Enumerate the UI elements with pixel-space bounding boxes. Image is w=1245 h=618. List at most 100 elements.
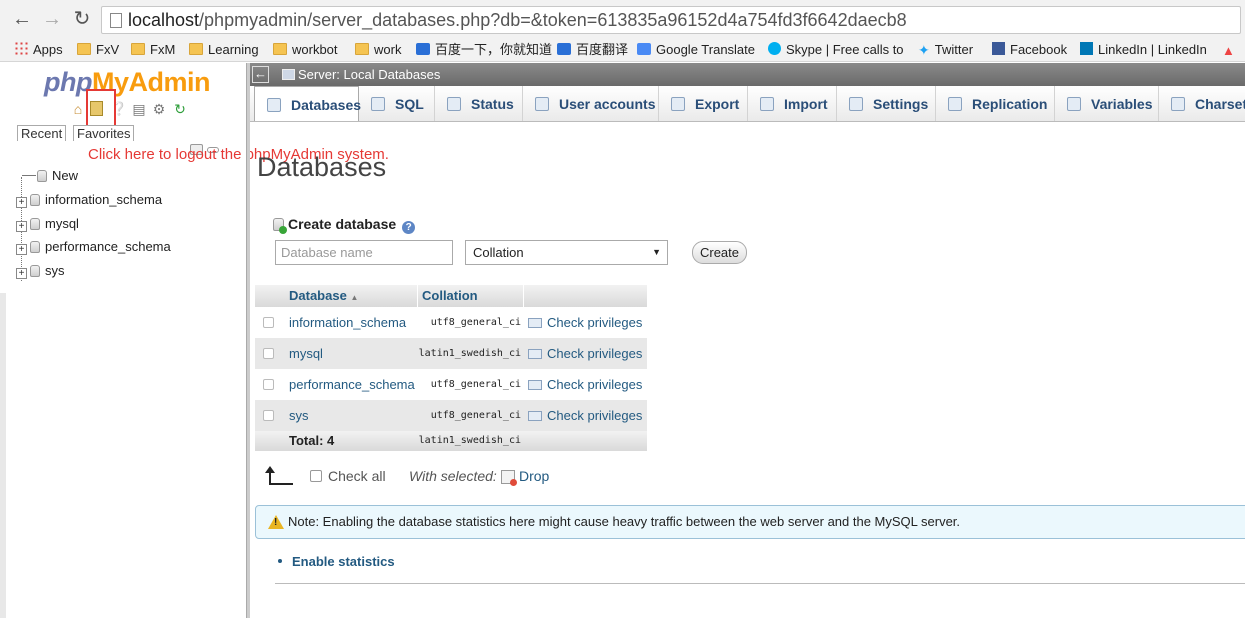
expand-icon[interactable]: +	[16, 268, 27, 279]
phpmyadmin-logo[interactable]: phpMyAdmin	[44, 67, 210, 98]
reload-icon[interactable]: ↻	[72, 9, 92, 29]
drop-database-icon	[501, 470, 517, 486]
sort-ascending-icon: ▲	[350, 293, 359, 302]
bookmark-apps[interactable]: Apps	[14, 41, 63, 59]
bookmark-facebook[interactable]: Facebook	[992, 41, 1067, 59]
settings-gear-icon[interactable]: ⚙	[151, 101, 167, 117]
twitter-icon: ✦	[918, 42, 930, 58]
folder-icon	[189, 43, 203, 55]
bookmark-skype[interactable]: Skype | Free calls to	[768, 41, 904, 59]
create-button[interactable]: Create	[692, 241, 747, 264]
table-row: performance_schema utf8_general_ci Check…	[255, 369, 647, 400]
row-checkbox[interactable]	[263, 410, 274, 421]
default-collation: latin1_swedish_ci	[418, 435, 521, 446]
tab-favorites[interactable]: Favorites	[73, 125, 135, 141]
tab-replication[interactable]: Replication	[936, 86, 1055, 121]
collation-value: utf8_general_ci	[430, 317, 521, 328]
browser-toolbar: ← → ↻ localhost/phpmyadmin/server_databa…	[0, 0, 1245, 38]
check-privileges-link[interactable]: Check privileges	[528, 307, 642, 338]
tab-user-accounts[interactable]: User accounts	[523, 86, 659, 121]
bookmark-baidu[interactable]: 百度一下，你就知道	[416, 41, 552, 59]
collation-column-header[interactable]: Collation	[422, 285, 478, 307]
back-arrow-icon[interactable]: ←	[12, 9, 32, 29]
enable-statistics-link[interactable]: Enable statistics	[278, 553, 395, 571]
reload-navigation-icon[interactable]: ↻	[172, 101, 188, 117]
tab-status[interactable]: Status	[435, 86, 523, 121]
tab-export[interactable]: Export	[659, 86, 748, 121]
collation-select[interactable]: Collation ▼	[465, 240, 668, 265]
tree-item-performance-schema[interactable]: + performance_schema	[16, 238, 171, 256]
expand-icon[interactable]: +	[16, 197, 27, 208]
expand-icon[interactable]: +	[16, 221, 27, 232]
database-link[interactable]: performance_schema	[289, 369, 415, 400]
with-selected-label: With selected:	[409, 468, 497, 484]
tree-item-new[interactable]: New	[22, 167, 78, 185]
address-bar[interactable]: localhost/phpmyadmin/server_databases.ph…	[101, 6, 1241, 34]
breadcrumb[interactable]: Server: Local Databases	[298, 63, 440, 86]
panel-resizer[interactable]	[246, 63, 250, 618]
table-header: Database ▲ Collation	[255, 285, 647, 307]
home-icon[interactable]: ⌂	[70, 101, 86, 117]
database-link[interactable]: mysql	[289, 338, 323, 369]
expand-icon[interactable]: +	[16, 244, 27, 255]
database-column-header[interactable]: Database ▲	[289, 285, 358, 307]
folder-icon	[273, 43, 287, 55]
bookmark-fxv[interactable]: FxV	[77, 41, 119, 59]
check-all-label[interactable]: Check all	[328, 466, 386, 486]
bookmark-baidu-translate[interactable]: 百度翻译	[557, 41, 628, 59]
forward-arrow-icon[interactable]: →	[42, 9, 62, 29]
database-link[interactable]: information_schema	[289, 307, 406, 338]
table-total-row: Total: 4 latin1_swedish_ci	[255, 431, 647, 451]
export-icon	[671, 97, 685, 111]
database-name-input[interactable]	[275, 240, 453, 265]
tab-recent[interactable]: Recent	[17, 125, 67, 141]
folder-icon	[77, 43, 91, 55]
tree-item-information-schema[interactable]: + information_schema	[16, 191, 162, 209]
variables-icon	[1067, 97, 1081, 111]
tab-variables[interactable]: Variables	[1055, 86, 1159, 121]
help-icon[interactable]: ?	[402, 221, 416, 234]
bookmark-more[interactable]: ▲	[1222, 41, 1240, 59]
table-row: sys utf8_general_ci Check privileges	[255, 400, 647, 431]
charset-icon	[1171, 97, 1185, 111]
tab-databases[interactable]: Databases	[254, 86, 361, 121]
database-icon	[30, 218, 40, 230]
bookmark-workbot[interactable]: workbot	[273, 41, 338, 59]
google-translate-icon	[637, 43, 651, 55]
facebook-icon	[992, 42, 1005, 55]
sql-icon	[371, 97, 385, 111]
tab-import[interactable]: Import	[748, 86, 837, 121]
bookmark-work[interactable]: work	[355, 41, 401, 59]
check-privileges-link[interactable]: Check privileges	[528, 400, 642, 431]
tab-charset[interactable]: Charset	[1159, 86, 1245, 121]
row-checkbox[interactable]	[263, 317, 274, 328]
import-icon	[760, 97, 774, 111]
documentation-icon[interactable]: ▤	[131, 101, 147, 117]
tab-settings[interactable]: Settings	[837, 86, 936, 121]
replication-icon	[948, 97, 962, 111]
bookmark-linkedin[interactable]: LinkedIn | LinkedIn	[1080, 41, 1207, 59]
folder-icon	[131, 43, 145, 55]
tree-item-sys[interactable]: + sys	[16, 262, 65, 280]
tab-sql[interactable]: SQL	[359, 86, 435, 121]
statistics-notice: ! Note: Enabling the database statistics…	[255, 505, 1245, 539]
check-all-checkbox[interactable]	[310, 470, 322, 482]
bookmark-fxm[interactable]: FxM	[131, 41, 175, 59]
logout-highlight-box	[86, 89, 116, 127]
new-database-icon	[273, 218, 287, 234]
tree-item-mysql[interactable]: + mysql	[16, 215, 79, 233]
folder-icon	[355, 43, 369, 55]
bookmark-google-translate[interactable]: Google Translate	[637, 41, 755, 59]
bookmark-twitter[interactable]: ✦ Twitter	[918, 41, 973, 59]
collation-value: utf8_general_ci	[430, 410, 521, 421]
apps-icon	[14, 41, 28, 55]
bookmark-learning[interactable]: Learning	[189, 41, 259, 59]
collapse-panel-arrow-icon[interactable]: ←	[252, 66, 269, 83]
drop-button[interactable]: Drop	[501, 466, 549, 486]
row-checkbox[interactable]	[263, 379, 274, 390]
database-link[interactable]: sys	[289, 400, 309, 431]
check-privileges-link[interactable]: Check privileges	[528, 369, 642, 400]
row-checkbox[interactable]	[263, 348, 274, 359]
server-icon	[282, 69, 295, 80]
check-privileges-link[interactable]: Check privileges	[528, 338, 642, 369]
